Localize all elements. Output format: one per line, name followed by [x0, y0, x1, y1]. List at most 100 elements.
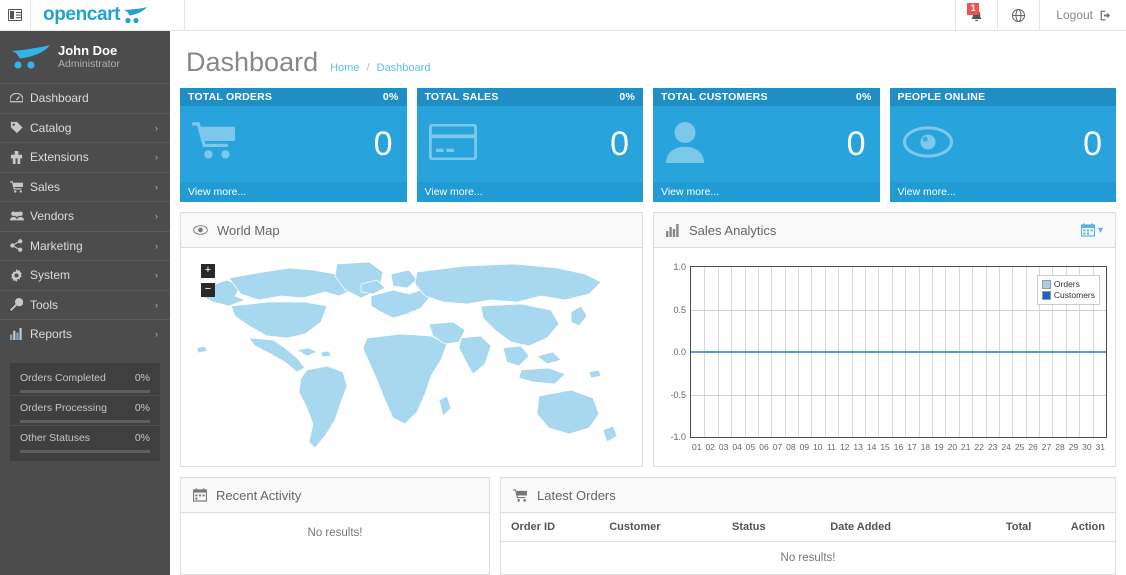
- calendar-icon: [193, 488, 207, 502]
- tile-footer-label: View more...: [661, 186, 720, 198]
- sidebar-item-dashboard[interactable]: Dashboard: [0, 83, 170, 113]
- sidebar-item-label: Dashboard: [30, 91, 89, 106]
- recent-activity-title: Recent Activity: [216, 487, 302, 503]
- page-header: Dashboard Home / Dashboard: [170, 31, 1126, 88]
- share-icon: [10, 239, 30, 253]
- chart-x-tick-label: 05: [745, 442, 756, 452]
- progress-other-statuses: Other Statuses 0%: [10, 424, 160, 453]
- tile-footer-link[interactable]: View more...: [416, 182, 643, 202]
- chart-x-tick-label: 07: [772, 442, 783, 452]
- chevron-right-icon: ›: [155, 152, 158, 163]
- user-icon: [665, 121, 705, 168]
- tile-footer-link[interactable]: View more...: [653, 182, 880, 202]
- cart-logo-icon: [10, 44, 52, 70]
- sidebar-item-vendors[interactable]: Vendors ›: [0, 201, 170, 231]
- chevron-right-icon: ›: [155, 122, 158, 133]
- chart-x-tick-label: 19: [934, 442, 944, 452]
- tile-title: PEOPLE ONLINE: [897, 91, 986, 103]
- legend-label: Customers: [1053, 290, 1095, 300]
- tag-icon: [10, 121, 30, 134]
- cart-logo-icon: [123, 6, 149, 24]
- stat-tile-total-orders[interactable]: TOTAL ORDERS 0% 0 View more...: [180, 88, 407, 202]
- page-title: Dashboard: [186, 47, 319, 77]
- stat-tile-total-customers[interactable]: TOTAL CUSTOMERS 0% 0 View more...: [653, 88, 880, 202]
- tile-header: PEOPLE ONLINE: [889, 88, 1116, 106]
- header-spacer: [185, 0, 955, 30]
- top-header-bar: opencart 1 Logout: [0, 0, 1126, 31]
- sales-analytics-chart[interactable]: Orders Customers 1.0 0.5 0.0 -0.5 -1.0 01 02 03…: [654, 248, 1115, 466]
- sidebar-item-catalog[interactable]: Catalog ›: [0, 112, 170, 143]
- sidebar: John Doe Administrator Dashboard Catalog ›…: [0, 31, 170, 575]
- dropdown-caret-icon: ▾: [1097, 224, 1103, 236]
- tile-value: 0: [373, 125, 393, 163]
- progress-bar: [20, 419, 150, 423]
- breadcrumb-home[interactable]: Home: [330, 62, 359, 74]
- chart-plot-area: Orders Customers 1.0 0.5 0.0 -0.5 -1.0: [670, 262, 1107, 442]
- map-zoom-controls: + −: [201, 264, 215, 302]
- tile-value: 0: [1083, 125, 1102, 163]
- sidebar-toggle-button[interactable]: [0, 0, 30, 30]
- chart-x-tick-label: 16: [893, 442, 904, 452]
- sidebar-item-marketing[interactable]: Marketing ›: [0, 230, 170, 261]
- brand-logo[interactable]: opencart: [30, 0, 185, 30]
- profile-role: Administrator: [58, 58, 120, 70]
- chart-x-tick-label: 14: [866, 442, 877, 452]
- chart-legend: Orders Customers: [1036, 275, 1100, 305]
- chart-x-tick-label: 06: [759, 442, 769, 452]
- sidebar-item-reports[interactable]: Reports ›: [0, 319, 170, 349]
- eye-icon: [902, 125, 954, 163]
- sidebar-item-label: Tools: [30, 297, 59, 312]
- chevron-right-icon: ›: [155, 211, 158, 222]
- sidebar-item-sales[interactable]: Sales ›: [0, 171, 170, 202]
- chart-x-tick-label: 25: [1014, 442, 1025, 452]
- stat-tile-total-sales[interactable]: TOTAL SALES 0% 0 View more...: [416, 88, 643, 202]
- stat-tiles-row: TOTAL ORDERS 0% 0 View more... TOTAL SALES 0%…: [170, 88, 1126, 202]
- user-profile: John Doe Administrator: [0, 31, 170, 83]
- sidebar-item-extensions[interactable]: Extensions ›: [0, 142, 170, 172]
- legend-label: Orders: [1053, 279, 1080, 289]
- users-icon: [10, 210, 30, 222]
- tile-footer-label: View more...: [188, 186, 247, 198]
- table-header-row: Order ID Customer Status Date Added Total Act…: [501, 513, 1115, 542]
- eye-icon: [193, 224, 208, 236]
- tile-value: 0: [610, 125, 629, 163]
- chart-x-tick-label: 13: [853, 442, 863, 452]
- date-range-dropdown[interactable]: ▾: [1080, 223, 1103, 237]
- column-header-action: Action: [1041, 513, 1115, 542]
- sidebar-item-system[interactable]: System ›: [0, 260, 170, 290]
- chart-x-tick-label: 03: [718, 442, 729, 452]
- sales-analytics-header: Sales Analytics ▾: [654, 213, 1115, 248]
- chart-y-tick-label: 1.0: [673, 262, 686, 272]
- map-zoom-in-button[interactable]: +: [201, 264, 215, 278]
- language-button[interactable]: [997, 0, 1039, 30]
- legend-item: Orders: [1041, 279, 1095, 290]
- world-map-body[interactable]: + −: [181, 248, 642, 466]
- progress-orders-completed: Orders Completed 0%: [10, 366, 160, 393]
- breadcrumb-current[interactable]: Dashboard: [377, 62, 431, 74]
- latest-orders-panel: Latest Orders Order ID Customer Status Date…: [500, 477, 1116, 575]
- chart-x-tick-label: 29: [1068, 442, 1079, 452]
- sidebar-item-tools[interactable]: Tools ›: [0, 289, 170, 320]
- gear-icon: [10, 268, 30, 282]
- chart-x-tick-label: 20: [947, 442, 958, 452]
- map-chart-row: World Map + − Sales Analytics ▾ Orders C…: [170, 212, 1126, 467]
- table-body: No results!: [501, 542, 1115, 575]
- tile-body: 0: [889, 106, 1116, 182]
- tile-footer-link[interactable]: View more...: [180, 182, 407, 202]
- logout-label: Logout: [1056, 8, 1093, 22]
- map-zoom-out-button[interactable]: −: [201, 283, 215, 297]
- notifications-button[interactable]: 1: [955, 0, 997, 30]
- tile-body: 0: [180, 106, 407, 182]
- table-empty-row: No results!: [501, 542, 1115, 575]
- world-map-title: World Map: [217, 222, 280, 238]
- legend-swatch: [1041, 291, 1051, 300]
- tile-footer-link[interactable]: View more...: [889, 182, 1116, 202]
- tile-value: 0: [846, 125, 866, 163]
- legend-item: Customers: [1041, 290, 1095, 301]
- logout-button[interactable]: Logout: [1039, 0, 1126, 30]
- sidebar-item-label: Catalog: [30, 120, 72, 135]
- sidebar-item-label: System: [30, 268, 71, 283]
- recent-activity-empty: No results!: [307, 527, 363, 539]
- column-header-date-added: Date Added: [820, 513, 944, 542]
- stat-tile-people-online[interactable]: PEOPLE ONLINE 0 View more...: [889, 88, 1116, 202]
